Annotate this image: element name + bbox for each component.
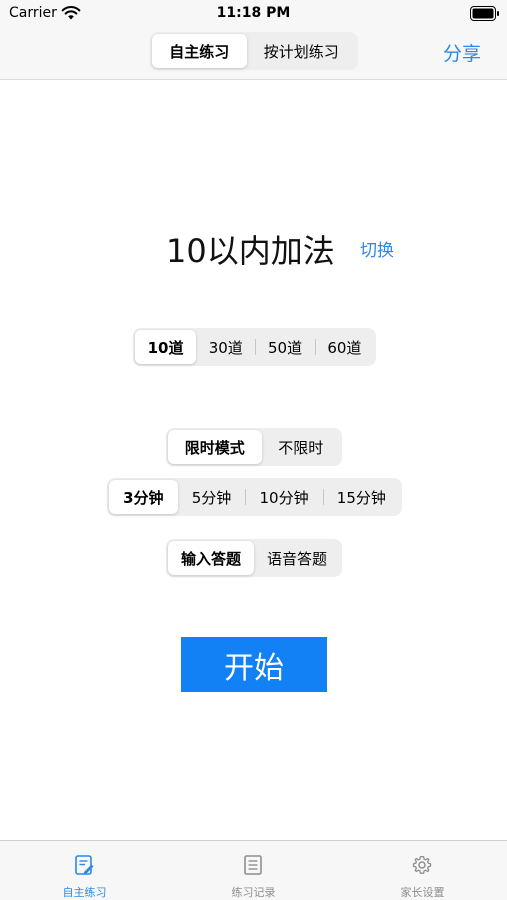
- question-count-segmented-control: 10道 30道 50道 60道: [133, 328, 376, 366]
- segment-voice-answer[interactable]: 语音答题: [254, 541, 340, 575]
- segment-60-questions[interactable]: 60道: [314, 330, 374, 364]
- battery-icon: [470, 6, 499, 21]
- time-limit-segmented-control: 3分钟 5分钟 10分钟 15分钟: [107, 478, 402, 516]
- answer-method-segmented-control: 输入答题 语音答题: [166, 539, 342, 577]
- start-button[interactable]: 开始: [181, 637, 327, 692]
- segment-30-questions[interactable]: 30道: [196, 330, 255, 364]
- tab-label: 家长设置: [400, 886, 445, 899]
- practice-type-segmented-control: 自主练习 按计划练习: [150, 32, 358, 70]
- tab-self-practice[interactable]: 自主练习: [0, 841, 169, 900]
- practice-screen: Carrier 11:18 PM 自主练习 按计划练习 分享 10以内加法 切换…: [0, 0, 507, 900]
- tab-label: 自主练习: [62, 886, 107, 899]
- segment-5-minutes[interactable]: 5分钟: [178, 480, 246, 514]
- title-row: 10以内加法 切换: [0, 226, 507, 270]
- status-time: 11:18 PM: [216, 5, 291, 21]
- segment-plan-practice[interactable]: 按计划练习: [247, 34, 357, 68]
- navigation-bar: 自主练习 按计划练习 分享: [0, 28, 507, 80]
- tab-bar: 自主练习 练习记录 家长设置: [0, 840, 507, 900]
- segment-10-questions[interactable]: 10道: [135, 330, 197, 364]
- record-list-icon: [244, 855, 262, 875]
- exercise-title: 10以内加法: [166, 232, 335, 270]
- segment-15-minutes[interactable]: 15分钟: [322, 480, 400, 514]
- tab-parent-settings[interactable]: 家长设置: [338, 841, 507, 900]
- segment-untimed-mode[interactable]: 不限时: [262, 430, 341, 464]
- mode-segmented-control: 限时模式 不限时: [166, 428, 342, 466]
- share-button[interactable]: 分享: [443, 39, 481, 66]
- segment-timed-mode[interactable]: 限时模式: [168, 430, 262, 464]
- tab-label: 练习记录: [231, 886, 276, 899]
- segment-self-practice[interactable]: 自主练习: [152, 34, 247, 68]
- segment-3-minutes[interactable]: 3分钟: [109, 480, 178, 514]
- tab-practice-records[interactable]: 练习记录: [169, 841, 338, 900]
- gear-icon: [412, 855, 432, 874]
- segment-10-minutes[interactable]: 10分钟: [245, 480, 322, 514]
- practice-icon: [75, 855, 94, 875]
- segment-50-questions[interactable]: 50道: [255, 330, 314, 364]
- segment-input-answer[interactable]: 输入答题: [168, 541, 254, 575]
- status-bar: Carrier 11:18 PM: [0, 0, 507, 28]
- switch-button[interactable]: 切换: [360, 236, 394, 261]
